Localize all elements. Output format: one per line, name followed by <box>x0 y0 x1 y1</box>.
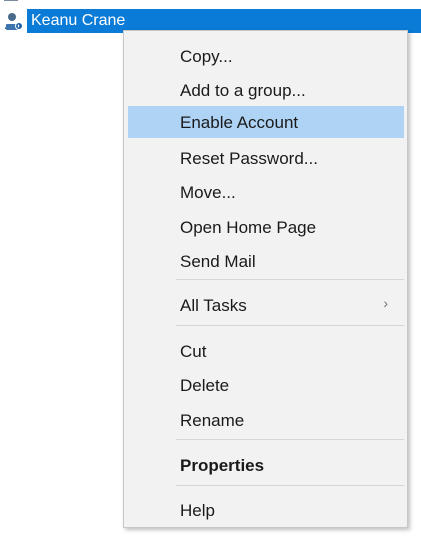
menu-item-properties[interactable]: Properties <box>128 449 404 481</box>
menu-item-reset-password[interactable]: Reset Password... <box>128 142 404 174</box>
tree-item-label: Keanu Crane <box>31 12 126 29</box>
menu-item-label: Delete <box>180 376 230 395</box>
folder-icon <box>3 0 19 2</box>
menu-item-copy[interactable]: Copy... <box>128 40 404 72</box>
menu-separator <box>176 279 404 280</box>
menu-item-open-home-page[interactable]: Open Home Page <box>128 211 404 243</box>
menu-item-label: Enable Account <box>180 113 299 132</box>
user-icon <box>3 12 25 32</box>
menu-item-help[interactable]: Help <box>128 494 404 526</box>
menu-item-label: Rename <box>180 411 245 430</box>
menu-separator <box>176 325 404 326</box>
menu-item-cut[interactable]: Cut <box>128 335 404 367</box>
menu-item-label: Cut <box>180 342 207 361</box>
menu-item-label: Move... <box>180 183 236 202</box>
menu-item-delete[interactable]: Delete <box>128 369 404 401</box>
menu-item-rename[interactable]: Rename <box>128 404 404 436</box>
menu-item-label: Add to a group... <box>180 81 306 100</box>
menu-item-label: Send Mail <box>180 252 256 271</box>
menu-separator <box>176 485 404 486</box>
menu-item-move[interactable]: Move... <box>128 176 404 208</box>
chevron-right-icon: › <box>383 295 388 311</box>
menu-item-label: Copy... <box>180 47 233 66</box>
menu-item-label: Help <box>180 501 215 520</box>
menu-separator <box>176 439 404 440</box>
tree-row-partial[interactable] <box>0 0 120 4</box>
menu-item-label: All Tasks <box>180 296 247 315</box>
menu-item-add-to-group[interactable]: Add to a group... <box>128 74 404 106</box>
menu-item-send-mail[interactable]: Send Mail <box>128 245 404 277</box>
menu-item-all-tasks[interactable]: All Tasks › <box>128 289 404 321</box>
context-menu: Copy... Add to a group... Enable Account… <box>123 30 408 528</box>
menu-item-enable-account[interactable]: Enable Account <box>128 106 404 138</box>
menu-item-label: Reset Password... <box>180 149 318 168</box>
menu-item-label: Properties <box>180 456 265 475</box>
menu-item-label: Open Home Page <box>180 218 317 237</box>
